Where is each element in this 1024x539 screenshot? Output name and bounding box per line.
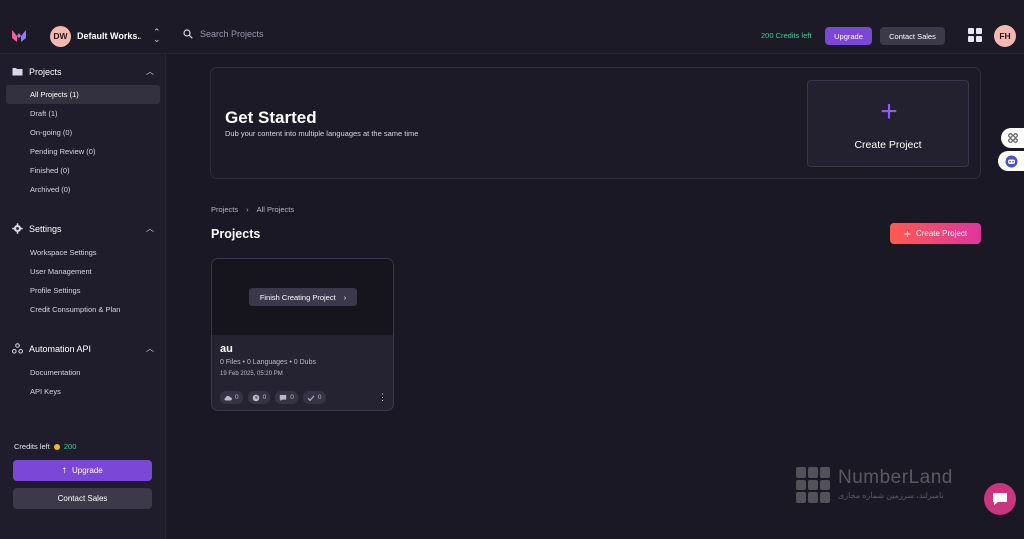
project-date: 19 Feb 2025, 05:20 PM [220, 371, 283, 377]
side-widget-assistant[interactable] [998, 151, 1024, 171]
cloud-upload-icon [224, 395, 232, 400]
watermark-brand: NumberLand [838, 467, 953, 488]
create-project-card-label: Create Project [854, 139, 922, 151]
project-name: au [220, 343, 233, 355]
top-bar: DW Default Works... ⌃ ⌄ Search Projects 2… [0, 0, 1024, 54]
stat-approved: 0 [302, 391, 326, 404]
sidebar-section-label: Projects [29, 66, 62, 77]
chevron-updown-icon: ⌃ ⌄ [153, 27, 161, 44]
chevron-up-icon: ︿ [146, 224, 154, 233]
workspace-name: Default Works... [77, 31, 141, 41]
sidebar-item-profile-settings[interactable]: Profile Settings [6, 281, 160, 300]
apps-grid-icon[interactable] [968, 28, 982, 42]
workspace-switcher[interactable]: DW Default Works... ⌃ ⌄ [50, 25, 161, 47]
credits-label: Credits left [14, 442, 50, 451]
watermark: NumberLand نامبرلند، سرزمین شماره مجازی [796, 467, 966, 507]
sidebar-item-user-management[interactable]: User Management [6, 262, 160, 281]
sidebar-section-automation-api[interactable]: Automation API ︿ [12, 343, 154, 354]
workspace-avatar: DW [50, 25, 71, 47]
credits-remaining: 200 Credits left [761, 31, 812, 40]
watermark-tagline: نامبرلند، سرزمین شماره مجازی [838, 491, 944, 500]
sidebar-section-projects[interactable]: Projects ︿ [12, 66, 154, 77]
get-started-title: Get Started [225, 108, 317, 127]
sidebar-item-workspace-settings[interactable]: Workspace Settings [6, 243, 160, 262]
credits-value: 200 [63, 442, 77, 451]
webhook-icon [12, 343, 23, 354]
page-title: Projects [211, 227, 261, 241]
comment-icon [280, 394, 287, 401]
chevron-right-icon: › [246, 205, 249, 214]
chat-icon [993, 493, 1007, 505]
clock-icon [252, 394, 259, 401]
sidebar-item-archived[interactable]: Archived (0) [6, 180, 160, 199]
sidebar-section-label: Settings [29, 223, 62, 234]
sidebar-item-finished[interactable]: Finished (0) [6, 161, 160, 180]
upload-arrow-icon: ⭡ [62, 465, 67, 475]
contact-sales-button[interactable]: Contact Sales [880, 27, 945, 45]
sidebar-item-all-projects[interactable]: All Projects (1) [6, 85, 160, 104]
sidebar: Projects ︿ All Projects (1) Draft (1) On… [0, 54, 166, 539]
plus-icon: + [903, 226, 911, 241]
project-card[interactable]: Finish Creating Project › au 0 Files • 0… [211, 258, 394, 411]
create-project-label: Create Project [915, 229, 968, 238]
plus-icon: + [880, 95, 898, 128]
stat-comments: 0 [275, 391, 298, 404]
finish-creating-label: Finish Creating Project [259, 292, 336, 302]
bot-icon [1005, 155, 1017, 167]
search-bar[interactable]: Search Projects [183, 29, 264, 39]
create-project-button[interactable]: + Create Project [890, 223, 981, 244]
stat-uploads: 0 [220, 391, 243, 404]
more-options-icon[interactable]: ⋮ [378, 393, 387, 402]
side-widget-apps[interactable] [1001, 128, 1024, 148]
user-avatar[interactable]: FH [994, 25, 1016, 47]
sidebar-item-api-keys[interactable]: API Keys [6, 382, 160, 401]
get-started-subtitle: Dub your content into multiple languages… [225, 129, 419, 138]
stat-pending: 0 [247, 391, 271, 404]
finish-creating-project-button[interactable]: Finish Creating Project › [249, 288, 357, 306]
breadcrumb-projects[interactable]: Projects [211, 205, 238, 214]
breadcrumb-all-projects: All Projects [256, 205, 295, 214]
check-icon [307, 394, 315, 401]
breadcrumb: Projects › All Projects [211, 205, 294, 214]
stat-value: 0 [262, 394, 267, 401]
search-icon [183, 29, 193, 39]
watermark-logo-icon [796, 467, 832, 503]
sidebar-contact-sales-button[interactable]: Contact Sales [13, 488, 152, 509]
upgrade-button[interactable]: Upgrade [825, 27, 872, 45]
folder-icon [12, 68, 23, 76]
chevron-right-icon: › [343, 292, 347, 302]
stat-value: 0 [235, 394, 239, 401]
sidebar-item-draft[interactable]: Draft (1) [6, 104, 160, 123]
sidebar-item-on-going[interactable]: On-going (0) [6, 123, 160, 142]
gear-icon [12, 223, 23, 234]
get-started-panel: Get Started Dub your content into multip… [210, 67, 981, 179]
coin-icon [53, 443, 60, 450]
project-stats: 0 0 0 0 [220, 391, 326, 404]
chevron-up-icon: ︿ [146, 344, 154, 353]
upgrade-label: Upgrade [72, 466, 103, 475]
sidebar-item-documentation[interactable]: Documentation [6, 363, 160, 382]
project-thumbnail: Finish Creating Project › [212, 259, 393, 335]
chevron-up-icon: ︿ [146, 67, 154, 76]
project-meta: 0 Files • 0 Languages • 0 Dubs [220, 359, 316, 366]
sidebar-item-pending-review[interactable]: Pending Review (0) [6, 142, 160, 161]
chat-support-button[interactable] [984, 483, 1016, 515]
stat-value: 0 [290, 394, 294, 401]
sidebar-credits: Credits left 200 [14, 442, 76, 451]
app-logo-icon[interactable] [11, 28, 27, 44]
sidebar-section-label: Automation API [29, 343, 92, 354]
search-input[interactable]: Search Projects [200, 29, 264, 39]
sidebar-upgrade-button[interactable]: ⭡ Upgrade [13, 460, 152, 481]
create-project-card[interactable]: + Create Project [807, 80, 969, 167]
sidebar-item-credit-consumption[interactable]: Credit Consumption & Plan [6, 300, 160, 319]
apps-icon [1007, 133, 1018, 143]
sidebar-section-settings[interactable]: Settings ︿ [12, 223, 154, 234]
stat-value: 0 [317, 394, 322, 401]
